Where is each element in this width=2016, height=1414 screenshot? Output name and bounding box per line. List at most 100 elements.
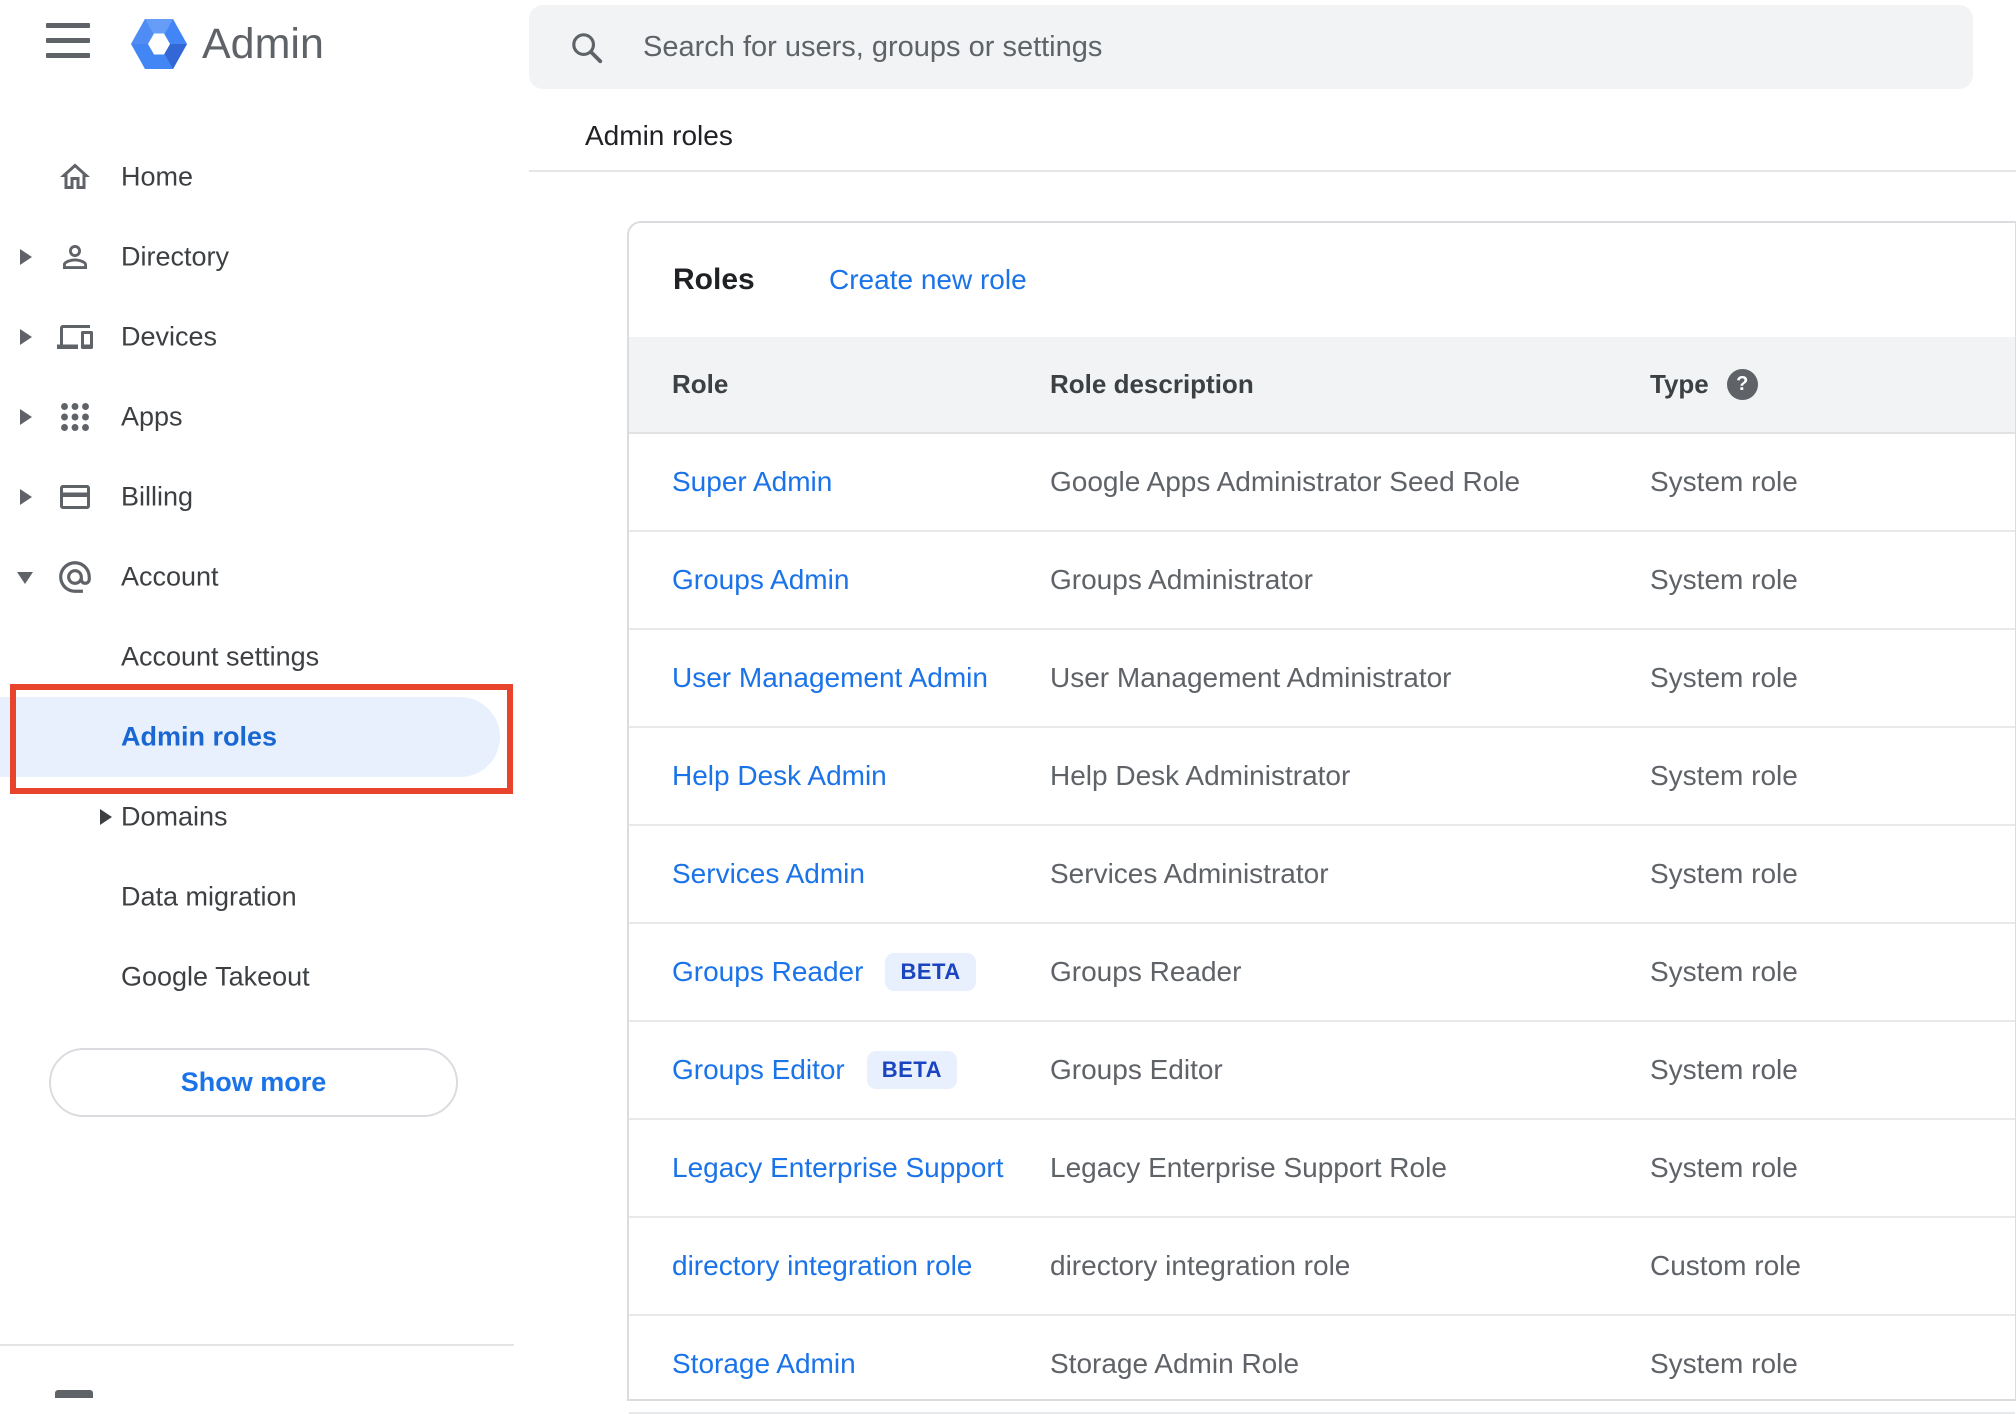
role-description-cell: Groups Editor bbox=[1050, 1054, 1223, 1085]
sidebar-item-home[interactable]: Home bbox=[0, 137, 514, 217]
role-description-cell: Legacy Enterprise Support Role bbox=[1050, 1152, 1447, 1183]
role-type-cell: System role bbox=[1650, 1152, 1798, 1183]
sidebar-item-google-takeout[interactable]: Google Takeout bbox=[0, 937, 514, 1017]
sidebar-item-domains[interactable]: Domains bbox=[0, 777, 514, 857]
admin-logo-icon bbox=[128, 12, 190, 76]
collapse-caret-icon[interactable] bbox=[17, 572, 33, 584]
role-cell: Groups Editor BETA bbox=[672, 1051, 1050, 1089]
table-row: Groups Reader BETA Groups Reader System rol… bbox=[629, 924, 2015, 1022]
table-row: Groups Admin Groups Administrator System r… bbox=[629, 532, 2015, 630]
expand-caret-icon[interactable] bbox=[20, 489, 32, 505]
role-cell: Services Admin bbox=[672, 858, 1050, 890]
role-description-cell: Services Administrator bbox=[1050, 858, 1329, 889]
table-row: Legacy Enterprise Support Legacy Enterpri… bbox=[629, 1120, 2015, 1218]
sidebar-item-label: Account settings bbox=[121, 641, 320, 672]
sidebar-item-label: Devices bbox=[121, 321, 218, 352]
beta-badge: BETA bbox=[866, 1051, 958, 1089]
role-type-cell: System role bbox=[1650, 858, 1798, 889]
table-row: directory integration role directory inte… bbox=[629, 1218, 2015, 1316]
apps-icon bbox=[56, 398, 94, 436]
role-link[interactable]: directory integration role bbox=[672, 1250, 972, 1281]
role-cell: Groups Reader BETA bbox=[672, 953, 1050, 991]
column-header-type-label: Type bbox=[1650, 369, 1709, 399]
role-cell: Legacy Enterprise Support bbox=[672, 1152, 1050, 1184]
sidebar-item-apps[interactable]: Apps bbox=[0, 377, 514, 457]
expand-caret-icon[interactable] bbox=[100, 809, 112, 825]
expand-caret-icon[interactable] bbox=[20, 249, 32, 265]
column-header-type: Type ? bbox=[1650, 369, 2015, 400]
role-description-cell: directory integration role bbox=[1050, 1250, 1351, 1281]
roles-toolbar: Roles Create new role bbox=[629, 223, 2015, 337]
show-more-button[interactable]: Show more bbox=[49, 1048, 458, 1117]
home-icon bbox=[56, 158, 94, 196]
role-cell: User Management Admin bbox=[672, 662, 1050, 694]
role-description-cell: Groups Administrator bbox=[1050, 564, 1313, 595]
sidebar-item-label: Google Takeout bbox=[121, 961, 310, 992]
role-cell: Storage Admin bbox=[672, 1348, 1050, 1380]
role-description-cell: Google Apps Administrator Seed Role bbox=[1050, 466, 1521, 497]
role-cell: directory integration role bbox=[672, 1250, 1050, 1282]
role-link[interactable]: Help Desk Admin bbox=[672, 760, 887, 791]
sidebar-item-billing[interactable]: Billing bbox=[0, 457, 514, 537]
sidebar-item-directory[interactable]: Directory bbox=[0, 217, 514, 297]
expand-caret-icon[interactable] bbox=[20, 329, 32, 345]
sidebar-item-account[interactable]: Account bbox=[0, 537, 514, 617]
table-row: Services Admin Services Administrator Syst… bbox=[629, 826, 2015, 924]
sidebar: Admin Home Directory Devices Apps Billin… bbox=[0, 0, 514, 1398]
account-icon bbox=[56, 558, 94, 596]
role-description-cell: Storage Admin Role bbox=[1050, 1348, 1300, 1379]
directory-icon bbox=[56, 238, 94, 276]
role-type-cell: System role bbox=[1650, 466, 1798, 497]
role-link[interactable]: Super Admin bbox=[672, 466, 832, 497]
role-type-cell: System role bbox=[1650, 564, 1798, 595]
devices-icon bbox=[56, 318, 94, 356]
role-link[interactable]: Storage Admin bbox=[672, 1348, 856, 1379]
sidebar-item-data-migration[interactable]: Data migration bbox=[0, 857, 514, 937]
roles-card: Roles Create new role Role Role descript… bbox=[627, 221, 2016, 1414]
search-bar[interactable] bbox=[529, 5, 1973, 89]
role-link[interactable]: Groups Reader bbox=[672, 956, 863, 987]
table-header-row: Role Role description Type ? bbox=[629, 337, 2015, 434]
table-row: User Management Admin User Management Adm… bbox=[629, 630, 2015, 728]
help-icon[interactable]: ? bbox=[1726, 369, 1758, 400]
role-type-cell: System role bbox=[1650, 760, 1798, 791]
role-cell: Help Desk Admin bbox=[672, 760, 1050, 792]
beta-badge: BETA bbox=[885, 953, 976, 991]
role-cell: Groups Admin bbox=[672, 564, 1050, 596]
role-type-cell: System role bbox=[1650, 956, 1798, 987]
create-new-role-link[interactable]: Create new role bbox=[829, 223, 1027, 337]
sidebar-item-admin-roles[interactable]: Admin roles bbox=[0, 697, 500, 777]
sidebar-item-label: Data migration bbox=[121, 881, 297, 912]
sidebar-item-account-settings[interactable]: Account settings bbox=[0, 617, 514, 697]
sidebar-item-label: Domains bbox=[121, 801, 228, 832]
sidebar-nav: Home Directory Devices Apps Billing Acco… bbox=[0, 137, 514, 1017]
role-type-cell: System role bbox=[1650, 662, 1798, 693]
cutoff-icon bbox=[55, 1390, 93, 1398]
sidebar-item-devices[interactable]: Devices bbox=[0, 297, 514, 377]
section-title: Roles bbox=[673, 263, 755, 296]
role-description-cell: Groups Reader bbox=[1050, 956, 1242, 987]
role-description-cell: User Management Administrator bbox=[1050, 662, 1452, 693]
role-link[interactable]: Groups Admin bbox=[672, 564, 849, 595]
sidebar-item-label: Directory bbox=[121, 241, 230, 272]
expand-caret-icon[interactable] bbox=[20, 409, 32, 425]
breadcrumb: Admin roles bbox=[585, 120, 733, 151]
billing-icon bbox=[56, 478, 94, 516]
search-icon bbox=[567, 28, 605, 66]
sidebar-item-label: Billing bbox=[121, 481, 194, 512]
roles-table-body: Super Admin Google Apps Administrator See… bbox=[629, 434, 2015, 1414]
table-row: Groups Editor BETA Groups Editor System rol… bbox=[629, 1022, 2015, 1120]
role-cell: Super Admin bbox=[672, 466, 1050, 498]
role-type-cell: System role bbox=[1650, 1054, 1798, 1085]
table-row: Storage Admin Storage Admin Role System ro… bbox=[629, 1316, 2015, 1414]
search-input[interactable] bbox=[643, 5, 1943, 89]
role-link[interactable]: User Management Admin bbox=[672, 662, 988, 693]
role-link[interactable]: Legacy Enterprise Support bbox=[672, 1152, 1004, 1183]
column-header-role: Role bbox=[672, 369, 729, 399]
sidebar-item-label: Admin roles bbox=[121, 721, 278, 752]
header-divider bbox=[529, 170, 2016, 172]
role-link[interactable]: Services Admin bbox=[672, 858, 865, 889]
menu-icon[interactable] bbox=[46, 23, 90, 61]
sidebar-item-label: Home bbox=[121, 161, 194, 192]
role-link[interactable]: Groups Editor bbox=[672, 1054, 845, 1085]
